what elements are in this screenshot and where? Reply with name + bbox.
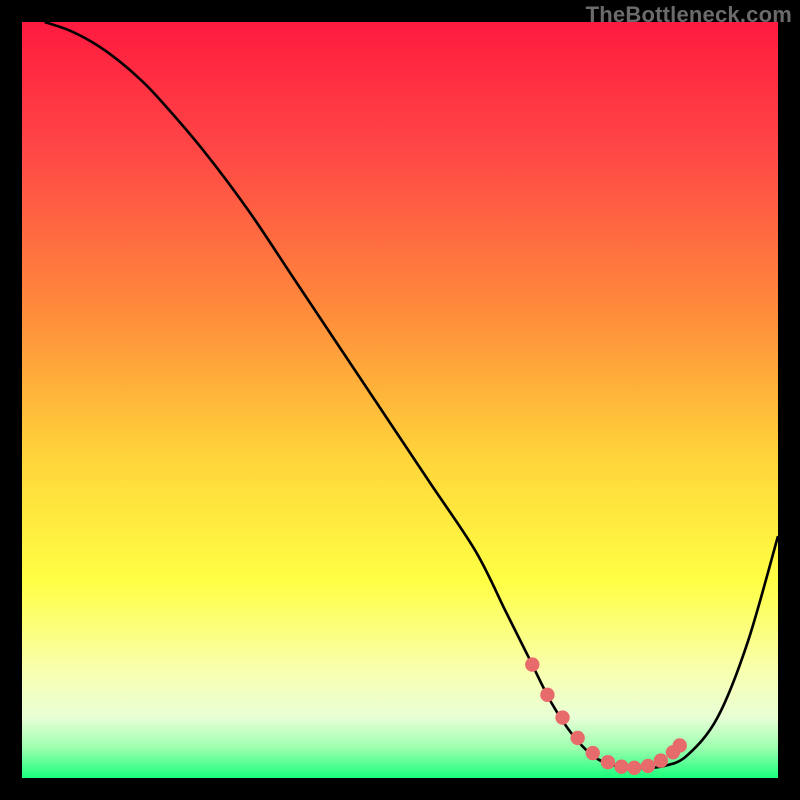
marker-dot [627,761,641,775]
marker-dot [570,731,584,745]
marker-dot [641,759,655,773]
marker-dot [586,746,600,760]
marker-dot [601,755,615,769]
bottleneck-curve [45,22,778,768]
plot-area [22,22,778,778]
marker-dot [654,753,668,767]
curve-overlay [22,22,778,778]
marker-dot [540,688,554,702]
optimal-range-dots [525,657,687,775]
chart-frame: TheBottleneck.com [0,0,800,800]
marker-dot [614,759,628,773]
marker-dot [673,738,687,752]
marker-dot [525,657,539,671]
marker-dot [555,710,569,724]
